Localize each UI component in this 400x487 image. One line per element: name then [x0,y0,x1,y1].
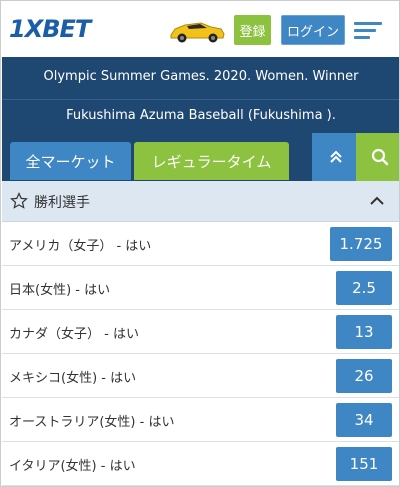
odds-button[interactable]: 13 [336,315,392,349]
outcome-label: アメリカ（女子） - はい [9,239,152,254]
odds-button[interactable]: 2.5 [336,271,392,305]
outcome-row: 日本(女性) - はい 2.5 [2,266,399,310]
odds-button[interactable]: 26 [336,359,392,393]
outcome-label: カナダ（女子） - はい [9,327,139,342]
logo[interactable]: 1XBET [9,15,91,43]
market-group-title: 勝利選手 [34,195,90,211]
banner-divider [2,99,399,100]
event-banner: Olympic Summer Games. 2020. Women. Winne… [2,57,399,145]
double-chevron-up-icon [330,150,342,163]
app-frame: 1XBET 登録 ログイン Olympic Summer Games. 2020… [0,0,400,487]
menu-icon[interactable] [354,22,382,40]
outcome-row: オーストラリア(女性) - はい 34 [2,398,399,442]
market-tabs: 全マーケット レギュラータイム [2,133,399,181]
odds-button[interactable]: 34 [336,403,392,437]
car-promo-icon[interactable] [167,15,227,45]
outcome-row: メキシコ(女性) - はい 26 [2,354,399,398]
outcome-label: メキシコ(女性) - はい [9,371,137,386]
outcome-row: イタリア(女性) - はい 151 [2,442,399,486]
tab-regular-time[interactable]: レギュラータイム [134,142,289,180]
outcome-row: カナダ（女子） - はい 13 [2,310,399,354]
login-button[interactable]: ログイン [281,15,345,45]
outcome-row: アメリカ（女子） - はい 1.725 [2,222,399,266]
event-venue: Fukushima Azuma Baseball (Fukushima ). [66,108,336,123]
outcome-label: イタリア(女性) - はい [9,459,136,474]
event-title: Olympic Summer Games. 2020. Women. Winne… [43,69,359,84]
odds-button[interactable]: 151 [336,447,392,481]
top-bar: 1XBET 登録 ログイン [2,2,399,57]
collapse-all-button[interactable] [312,133,360,181]
odds-button[interactable]: 1.725 [330,227,392,261]
register-button[interactable]: 登録 [234,15,271,45]
star-icon[interactable] [10,192,28,210]
search-icon [371,148,389,166]
search-button[interactable] [356,133,399,181]
tab-all-markets[interactable]: 全マーケット [10,142,131,180]
market-group-header[interactable]: 勝利選手 [2,181,399,222]
chevron-up-icon[interactable] [368,194,386,208]
outcome-label: 日本(女性) - はい [9,283,111,298]
outcome-label: オーストラリア(女性) - はい [9,415,175,430]
